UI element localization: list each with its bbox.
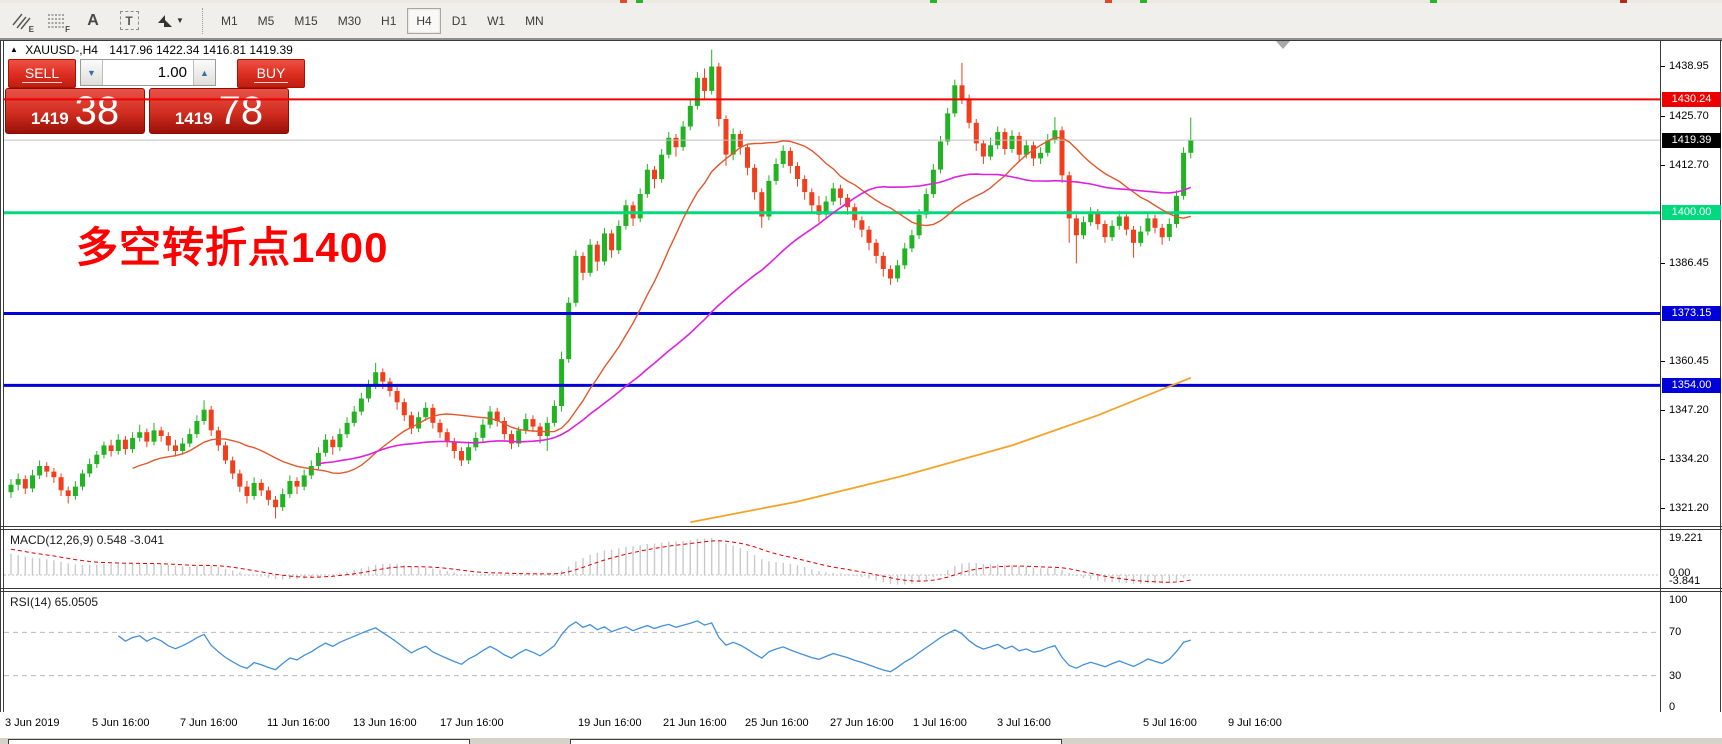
macd-pane[interactable]	[4, 530, 1660, 588]
arrows-shapes-icon[interactable]: ▼	[150, 8, 190, 34]
macd-label: MACD(12,26,9) 0.548 -3.041	[10, 533, 164, 547]
date-label: 5 Jun 16:00	[92, 717, 150, 729]
icon-subscript: E	[29, 25, 34, 34]
date-label: 11 Jun 16:00	[267, 717, 330, 729]
date-label: 25 Jun 16:00	[745, 717, 809, 729]
chevron-down-icon: ▼	[176, 16, 184, 25]
price-tick-mark	[1661, 508, 1665, 509]
macd-axis-label: 19.221	[1669, 532, 1703, 544]
pane-separator[interactable]	[0, 588, 1722, 589]
timeframe-button-W1[interactable]: W1	[478, 8, 514, 34]
price-tick-mark	[1661, 165, 1665, 166]
price-tick-mark	[1661, 66, 1665, 67]
price-tick-label: 1321.20	[1669, 502, 1709, 515]
price-tick-label: 1347.20	[1669, 404, 1709, 417]
price-badge: 1400.00	[1662, 205, 1721, 220]
macd-axis-label: -3.841	[1669, 575, 1700, 587]
price-badge: 1419.39	[1662, 133, 1721, 148]
timeframe-button-H1[interactable]: H1	[372, 8, 405, 34]
timeframe-button-H4[interactable]: H4	[407, 8, 440, 34]
main-chart[interactable]	[4, 41, 1660, 526]
price-tick-label: 1438.95	[1669, 60, 1709, 73]
price-axis: 1438.95 1425.70 1412.70 1386.45 1360.45 1347.…	[1661, 0, 1722, 744]
date-axis: 3 Jun 2019 5 Jun 16:00 7 Jun 16:00 11 Jun 1…	[0, 712, 1722, 738]
price-badge: 1373.15	[1662, 306, 1721, 321]
timeframe-button-M5[interactable]: M5	[249, 8, 284, 34]
date-label: 9 Jul 16:00	[1228, 717, 1282, 729]
price-tick-label: 1412.70	[1669, 159, 1709, 172]
rsi-axis-label: 70	[1669, 626, 1681, 638]
timeframe-buttons: M1M5M15M30H1H4D1W1MN	[211, 8, 554, 34]
date-label: 3 Jun 2019	[5, 717, 59, 729]
fibonacci-icon[interactable]: F	[42, 8, 72, 34]
date-label: 5 Jul 16:00	[1143, 717, 1197, 729]
equidistant-channel-icon[interactable]: E	[6, 8, 36, 34]
rsi-pane[interactable]	[4, 592, 1660, 712]
rsi-label: RSI(14) 65.0505	[10, 595, 98, 609]
pane-separator[interactable]	[0, 526, 1722, 527]
rsi-axis-label: 100	[1669, 594, 1687, 606]
rsi-axis-label: 30	[1669, 670, 1681, 682]
chart-toolbar: E F A T ▼ M1M5M15M30H1H4D1W1MN	[0, 3, 1722, 40]
date-label: 21 Jun 16:00	[663, 717, 727, 729]
price-tick-mark	[1661, 361, 1665, 362]
trading-terminal: E F A T ▼ M1M5M15M30H1H4D1W1MN	[0, 0, 1722, 744]
timeframe-button-M30[interactable]: M30	[329, 8, 370, 34]
price-tick-mark	[1661, 410, 1665, 411]
date-label: 27 Jun 16:00	[830, 717, 894, 729]
price-tick-label: 1334.20	[1669, 453, 1709, 466]
price-tick-label: 1425.70	[1669, 110, 1709, 123]
date-label: 1 Jul 16:00	[913, 717, 967, 729]
date-label: 19 Jun 16:00	[578, 717, 642, 729]
price-tick-label: 1386.45	[1669, 257, 1709, 270]
minimized-windows-strip	[0, 738, 1722, 744]
icon-subscript: F	[65, 25, 70, 34]
price-badge: 1354.00	[1662, 378, 1721, 393]
text-box-icon[interactable]: T	[114, 8, 144, 34]
price-tick-label: 1360.45	[1669, 355, 1709, 368]
date-label: 7 Jun 16:00	[180, 717, 238, 729]
price-badge: 1430.24	[1662, 92, 1721, 107]
timeframe-button-M1[interactable]: M1	[212, 8, 247, 34]
toolbar-separator	[202, 8, 203, 34]
date-label: 17 Jun 16:00	[440, 717, 504, 729]
timeframe-button-D1[interactable]: D1	[443, 8, 476, 34]
price-tick-mark	[1661, 459, 1665, 460]
window-border-left-outer	[0, 40, 1, 738]
date-label: 3 Jul 16:00	[997, 717, 1051, 729]
minimized-window-tab[interactable]	[8, 739, 470, 744]
date-label: 13 Jun 16:00	[353, 717, 417, 729]
price-tick-mark	[1661, 263, 1665, 264]
minimized-window-tab[interactable]	[570, 739, 1062, 744]
timeframe-button-MN[interactable]: MN	[516, 8, 553, 34]
price-tick-mark	[1661, 116, 1665, 117]
text-label-icon[interactable]: A	[78, 8, 108, 34]
timeframe-button-M15[interactable]: M15	[285, 8, 326, 34]
chart-shift-marker-icon[interactable]	[1276, 41, 1290, 49]
